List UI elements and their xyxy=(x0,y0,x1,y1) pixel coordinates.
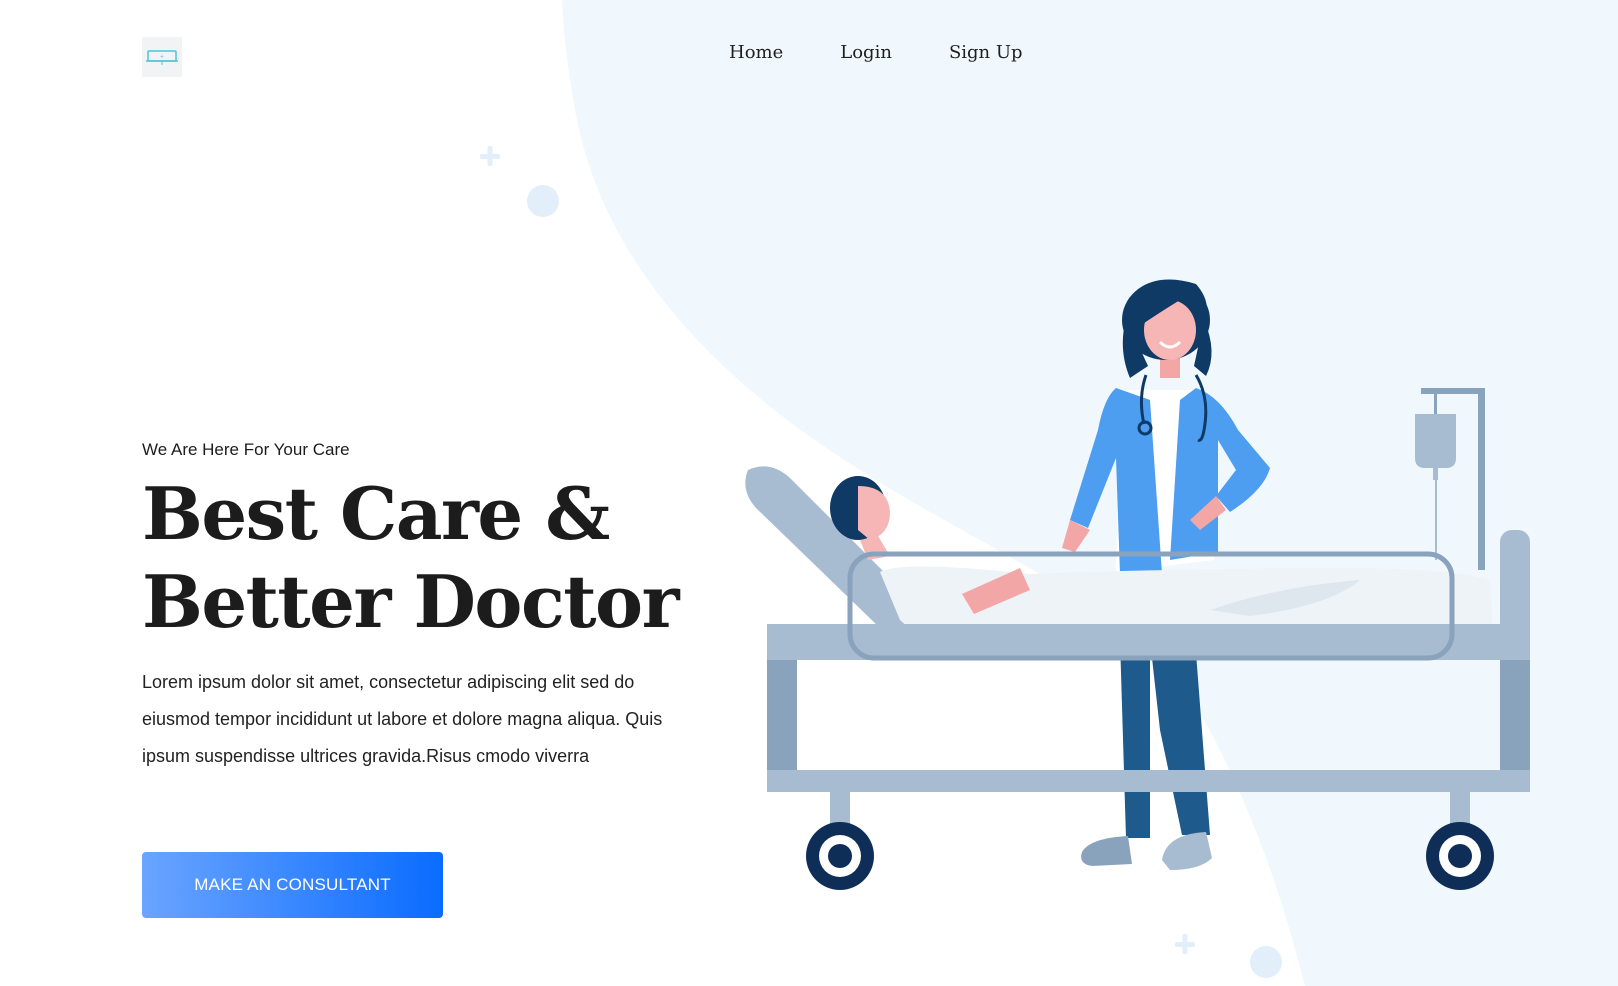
doctor-patient-bed-illustration xyxy=(745,279,1530,890)
hero-headline: Best Care & Better Doctor xyxy=(142,470,702,646)
bed-wheel-icon xyxy=(806,822,874,890)
logo[interactable]: + xyxy=(142,37,182,77)
medical-logo-icon: + xyxy=(146,50,178,65)
doctor-legs xyxy=(1081,640,1212,870)
decor-plus-icon xyxy=(480,146,500,166)
svg-text:+: + xyxy=(160,54,164,60)
decor-circle xyxy=(527,185,559,217)
nav-home-link[interactable]: Home xyxy=(729,42,783,63)
bed-wheel-icon xyxy=(1426,822,1494,890)
iv-stand-icon xyxy=(1415,388,1485,570)
nav-login-link[interactable]: Login xyxy=(840,42,892,63)
nav-signup-link[interactable]: Sign Up xyxy=(949,42,1023,63)
decor-circle xyxy=(1250,946,1282,978)
hero-description: Lorem ipsum dolor sit amet, consectetur … xyxy=(142,672,663,766)
hero-eyebrow: We Are Here For Your Care xyxy=(142,440,350,459)
main-nav: Home Login Sign Up xyxy=(729,42,1023,63)
site-header: + Home Login Sign Up xyxy=(0,0,1618,110)
doctor-figure xyxy=(1062,279,1270,574)
headline-line-1: Best Care & xyxy=(142,471,610,556)
decor-plus-icon xyxy=(1175,934,1195,954)
make-consultant-button[interactable]: MAKE AN CONSULTANT xyxy=(142,852,443,918)
hero-section: We Are Here For Your Care Best Care & Be… xyxy=(142,440,702,793)
bed-headrest xyxy=(745,466,912,628)
headline-line-2: Better Doctor xyxy=(142,559,680,644)
